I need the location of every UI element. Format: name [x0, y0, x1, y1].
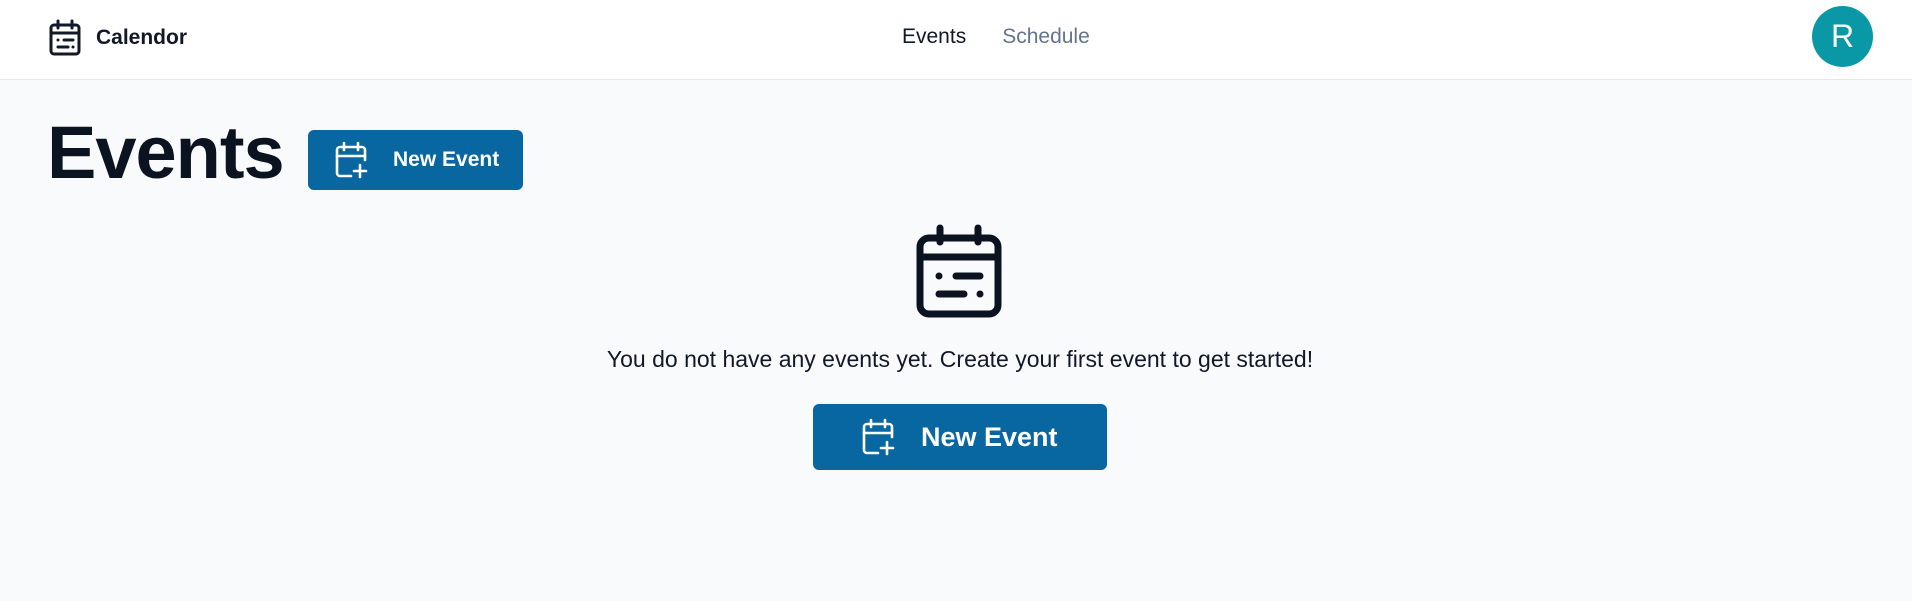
calendar-plus-icon — [862, 418, 895, 456]
main-nav: Events Schedule — [902, 20, 1090, 54]
top-navbar: Calendor Events Schedule R — [0, 0, 1912, 80]
empty-state-message: You do not have any events yet. Create y… — [606, 346, 1314, 372]
new-event-button-label: New Event — [393, 148, 500, 171]
calendar-icon — [49, 19, 81, 56]
nav-link-schedule[interactable]: Schedule — [1002, 25, 1090, 49]
new-event-button[interactable]: New Event — [308, 130, 523, 190]
nav-link-events[interactable]: Events — [902, 25, 966, 49]
calendar-plus-icon — [335, 141, 368, 179]
new-event-button-center-label: New Event — [921, 421, 1058, 452]
user-avatar[interactable]: R — [1812, 6, 1873, 67]
new-event-button-center[interactable]: New Event — [813, 404, 1107, 470]
calendar-icon — [916, 224, 1002, 318]
brand-link[interactable]: Calendor — [48, 18, 187, 58]
page-title: Events — [47, 111, 285, 194]
brand-name: Calendor — [96, 26, 188, 49]
